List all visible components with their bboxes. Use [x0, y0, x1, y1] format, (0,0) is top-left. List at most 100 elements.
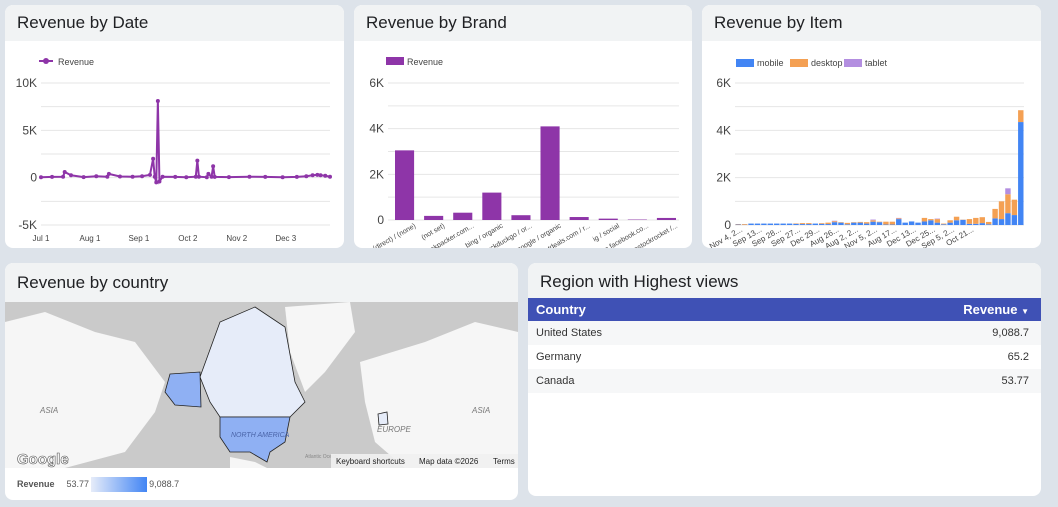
bar-segment-desktop — [966, 219, 973, 224]
cell-revenue: 65.2 — [1007, 351, 1029, 363]
data-point — [211, 164, 216, 169]
bar-segment-desktop — [818, 223, 825, 224]
revenue-by-brand-chart[interactable]: Revenue6K4K2K0(direct) / (none) (not set)… — [354, 41, 692, 248]
data-point — [318, 173, 323, 178]
sort-desc-icon: ▼ — [1021, 307, 1029, 316]
data-point — [280, 175, 285, 180]
bar-segment-desktop — [934, 219, 941, 223]
y-tick-label: 6K — [716, 76, 731, 90]
data-point — [328, 174, 332, 179]
country-alaska — [164, 371, 202, 408]
revenue-by-date-chart[interactable]: Revenue 10K 5K 0 -5K Jul 1 Aug 1 Sep 1 Oct 2 Nov … — [5, 41, 344, 248]
data-point — [69, 173, 74, 178]
legend-label: Revenue — [407, 57, 443, 67]
bar-segment-desktop — [844, 222, 851, 225]
column-header-country[interactable]: Country — [536, 302, 586, 317]
y-tick-label: 4K — [369, 122, 384, 136]
data-point — [62, 169, 67, 174]
bar-segment-mobile — [748, 223, 754, 225]
map-data-attribution: Map data ©2026 — [419, 457, 479, 466]
revenue-line — [40, 100, 331, 185]
bar-segment-mobile — [992, 218, 998, 225]
bar-segment-mobile — [761, 223, 767, 225]
data-point — [294, 174, 299, 179]
bar-segment-mobile — [896, 219, 902, 225]
bar-segment-desktop — [979, 217, 985, 224]
card-title: Revenue by Brand — [354, 5, 692, 41]
data-point — [94, 174, 99, 179]
bar-segment-desktop — [998, 201, 1005, 220]
legend-marker — [43, 58, 49, 64]
card-title: Revenue by Item — [702, 5, 1041, 41]
region-views-card: Region with Highest views Country Revenu… — [528, 263, 1041, 496]
bar-segment-desktop — [806, 223, 812, 225]
bar-segment-mobile — [953, 220, 960, 225]
bar-segment-desktop — [947, 220, 953, 223]
column-header-revenue[interactable]: Revenue ▼ — [963, 302, 1029, 317]
bar-segment-mobile — [908, 221, 915, 225]
data-point — [152, 174, 157, 179]
keyboard-shortcuts-link[interactable]: Keyboard shortcuts — [336, 457, 405, 466]
bar-segment-tablet — [870, 219, 876, 221]
bar — [482, 192, 502, 220]
bar-segment-desktop — [741, 224, 748, 225]
bar-segment-mobile — [838, 222, 844, 225]
data-point — [212, 174, 217, 179]
x-tick-label: Dec 3 — [275, 234, 296, 243]
table-row[interactable]: Canada 53.77 — [528, 369, 1041, 393]
card-title: Region with Highest views — [528, 263, 1041, 298]
data-point — [50, 174, 55, 179]
bar-segment-tablet — [1005, 188, 1011, 195]
data-point — [151, 156, 156, 161]
bar-segment-desktop — [1011, 199, 1018, 216]
revenue-by-item-chart[interactable]: mobile desktop tablet6K4K2K0Nov 4, 2...Sep… — [702, 41, 1041, 248]
bar-segment-mobile — [921, 221, 928, 225]
data-point — [196, 174, 201, 179]
country-usa — [219, 416, 291, 463]
legend-swatch — [844, 59, 862, 67]
legend-label: Revenue — [17, 479, 55, 489]
terms-link[interactable]: Terms — [493, 457, 515, 466]
data-point — [155, 98, 160, 103]
data-point — [157, 179, 162, 184]
data-point — [140, 174, 145, 179]
bar-segment-mobile — [985, 224, 992, 225]
data-point — [61, 174, 66, 179]
table-row[interactable]: Germany 65.2 — [528, 345, 1041, 369]
bar-segment-desktop — [992, 208, 998, 219]
bar-segment-desktop — [799, 223, 806, 225]
x-tick-label: Oct 2 — [178, 234, 198, 243]
bar-segment-desktop — [825, 222, 831, 225]
bar — [540, 126, 560, 220]
card-title: Revenue by Date — [5, 5, 344, 41]
bar-segment-mobile — [876, 222, 883, 225]
bar — [598, 218, 618, 220]
bar — [424, 215, 444, 220]
bar-segment-mobile — [902, 222, 908, 225]
data-point — [323, 173, 328, 178]
bar-segment-mobile — [825, 224, 831, 225]
legend-swatch — [386, 57, 404, 65]
map-label-europe: EUROPE — [377, 425, 411, 434]
data-point — [310, 173, 315, 178]
y-tick-label: 5K — [22, 123, 37, 137]
bar-segment-mobile — [844, 224, 851, 225]
data-point — [184, 175, 189, 180]
bar-segment-mobile — [960, 219, 966, 225]
bar-segment-mobile — [915, 222, 921, 225]
data-point — [304, 174, 309, 179]
x-tick-label: Sep 1 — [128, 234, 149, 243]
bar-segment-desktop — [889, 221, 896, 225]
legend-swatch — [736, 59, 754, 67]
table-row[interactable]: United States 9,088.7 — [528, 321, 1041, 345]
legend-label: Revenue — [58, 57, 94, 67]
y-tick-label: 2K — [369, 167, 384, 181]
data-point — [173, 174, 178, 179]
x-tick-label: Aug 1 — [80, 234, 101, 243]
bar-segment-mobile — [780, 223, 786, 225]
x-tick-label: Jul 1 — [33, 234, 50, 243]
bar — [395, 150, 415, 220]
data-point — [39, 175, 43, 180]
world-map[interactable]: ASIA ASIA NORTH AMERICA EUROPE Atlantic … — [5, 302, 518, 468]
bar — [569, 217, 589, 220]
